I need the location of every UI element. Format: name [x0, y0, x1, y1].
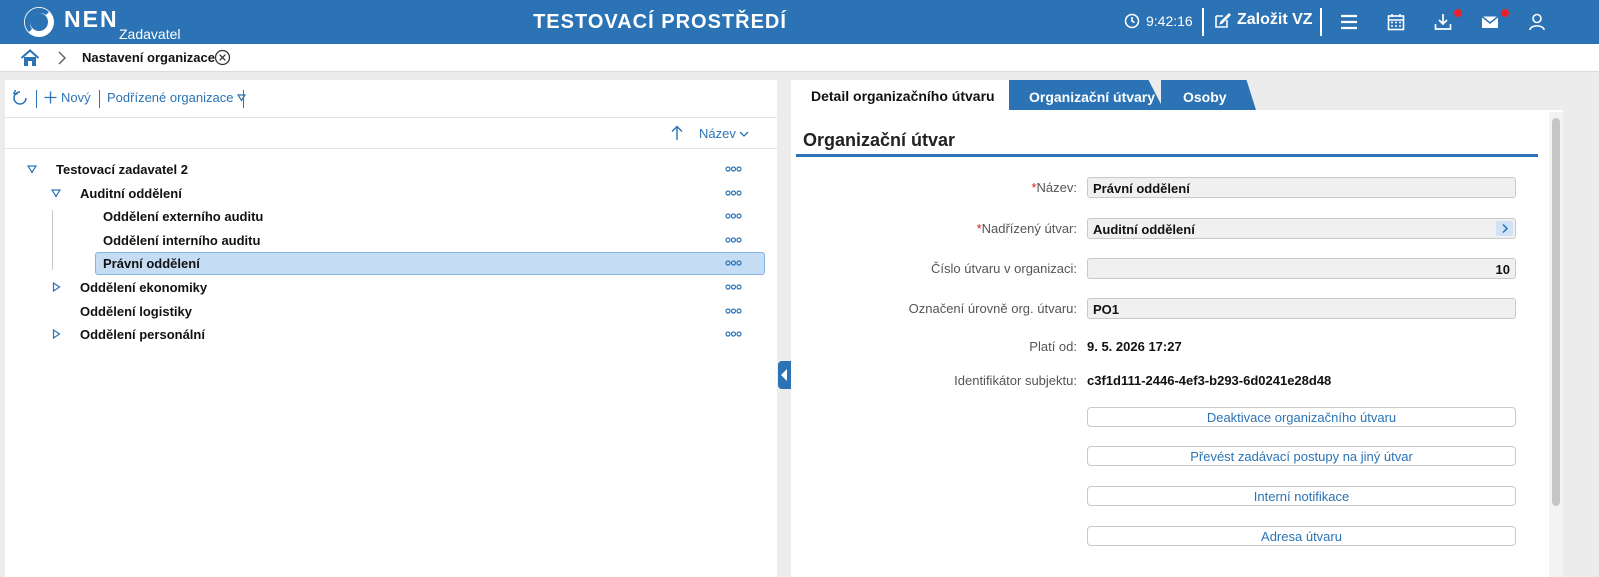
tree-item-label[interactable]: Oddělení personální: [80, 327, 205, 342]
triangle-down-icon: [237, 94, 247, 102]
tree-row[interactable]: Oddělení externího auditu: [5, 205, 777, 228]
unit-level-label: Označení úrovně org. útvaru:: [908, 301, 1077, 316]
chevron-right-icon: [1502, 223, 1509, 234]
more-options-icon[interactable]: [725, 259, 742, 267]
tree-row[interactable]: Oddělení personální: [5, 323, 777, 346]
sub-organizations-label: Podřízené organizace: [107, 90, 234, 105]
download-notification-dot: [1454, 9, 1462, 17]
tree-item-label[interactable]: Právní oddělení: [103, 256, 200, 271]
internal-notifications-button[interactable]: Interní notifikace: [1087, 486, 1516, 506]
tree-item-label[interactable]: Auditní oddělení: [80, 186, 182, 201]
section-divider: [796, 154, 1538, 157]
expanded-triangle-icon[interactable]: [51, 187, 61, 199]
collapse-left-icon: [781, 369, 787, 381]
mail-icon[interactable]: [1480, 12, 1500, 32]
tree-item-label[interactable]: Oddělení ekonomiky: [80, 280, 207, 295]
scrollbar-thumb[interactable]: [1552, 118, 1560, 506]
more-options-icon[interactable]: [725, 283, 742, 291]
create-vz-button[interactable]: Založit VZ: [1214, 11, 1313, 29]
top-bar: NEN Zadavatel TESTOVACÍ PROSTŘEDÍ 9:42:1…: [0, 0, 1599, 44]
unit-level-field[interactable]: PO1: [1087, 298, 1516, 319]
tree-item-label[interactable]: Testovací zadavatel 2: [56, 162, 188, 177]
new-button[interactable]: Nový: [44, 90, 91, 105]
tree-row[interactable]: Oddělení interního auditu: [5, 229, 777, 252]
name-label: *Název:: [791, 180, 1077, 195]
new-button-label: Nový: [61, 90, 91, 105]
tree-item-label[interactable]: Oddělení interního auditu: [103, 233, 260, 248]
home-icon[interactable]: [20, 48, 40, 68]
tree-row[interactable]: Auditní oddělení: [5, 182, 777, 205]
tree-sort-bar: Název: [5, 118, 777, 149]
clock-icon: [1124, 13, 1140, 29]
calendar-icon[interactable]: [1386, 12, 1406, 32]
more-options-icon[interactable]: [725, 330, 742, 338]
chevron-right-icon: [58, 51, 67, 65]
refresh-icon[interactable]: [11, 89, 29, 107]
org-tree-panel: Nový Podřízené organizace Název Testovac…: [5, 80, 777, 577]
close-icon[interactable]: [214, 49, 231, 66]
tree-row[interactable]: Právní oddělení: [5, 252, 777, 275]
sort-by-name[interactable]: Název: [699, 126, 749, 141]
parent-unit-field[interactable]: Auditní oddělení: [1087, 218, 1516, 239]
parent-unit-label-text: Nadřízený útvar:: [981, 221, 1077, 236]
session-clock: 9:42:16: [1124, 13, 1193, 29]
toolbar-divider: [36, 90, 37, 108]
user-icon[interactable]: [1527, 12, 1547, 32]
more-options-icon[interactable]: [725, 189, 742, 197]
header-divider: [1202, 8, 1204, 36]
breadcrumb-current[interactable]: Nastavení organizace: [82, 50, 215, 65]
toolbar-divider: [243, 90, 244, 108]
parent-unit-value: Auditní oddělení: [1093, 222, 1195, 237]
mail-notification-dot: [1501, 9, 1509, 17]
create-vz-label: Založit VZ: [1237, 11, 1313, 28]
more-options-icon[interactable]: [725, 236, 742, 244]
sub-organizations-dropdown[interactable]: Podřízené organizace: [107, 90, 247, 105]
unit-number-field[interactable]: 10: [1087, 258, 1516, 279]
sort-ascending-icon[interactable]: [670, 125, 684, 141]
valid-from-value: 9. 5. 2026 17:27: [1087, 339, 1182, 354]
toolbar-divider: [99, 90, 100, 108]
breadcrumb: Nastavení organizace: [0, 44, 1599, 72]
sort-by-label: Název: [699, 126, 736, 141]
subject-id-label: Identifikátor subjektu:: [954, 373, 1077, 388]
collapsed-triangle-icon[interactable]: [51, 281, 61, 293]
more-options-icon[interactable]: [725, 307, 742, 315]
tree-toolbar: Nový Podřízené organizace: [5, 80, 777, 118]
plus-icon: [44, 91, 57, 104]
deactivate-unit-button[interactable]: Deaktivace organizačního útvaru: [1087, 407, 1516, 427]
clock-time: 9:42:16: [1146, 13, 1193, 29]
valid-from-label: Platí od:: [1029, 339, 1077, 354]
more-options-icon[interactable]: [725, 212, 742, 220]
subject-id-value: c3f1d111-2446-4ef3-b293-6d0241e28d48: [1087, 373, 1332, 388]
collapsed-triangle-icon[interactable]: [51, 328, 61, 340]
tab-detail[interactable]: Detail organizačního útvaru: [791, 80, 1013, 110]
transfer-procedures-button[interactable]: Převést zadávací postupy na jiný útvar: [1087, 446, 1516, 466]
expanded-triangle-icon[interactable]: [27, 163, 37, 175]
edit-icon: [1215, 12, 1231, 28]
name-field[interactable]: Právní oddělení: [1087, 177, 1516, 198]
more-options-icon[interactable]: [725, 165, 742, 173]
tree-item-label[interactable]: Oddělení logistiky: [80, 304, 192, 319]
parent-unit-label: *Nadřízený útvar:: [791, 221, 1077, 236]
tree-row[interactable]: Testovací zadavatel 2: [5, 158, 777, 181]
panel-collapse-handle[interactable]: [778, 361, 791, 389]
detail-tabs: Detail organizačního útvaru Organizační …: [791, 80, 1563, 110]
chevron-down-icon: [739, 131, 749, 137]
tree-item-label[interactable]: Oddělení externího auditu: [103, 209, 263, 224]
detail-panel: Organizační útvar *Název: Právní oddělen…: [791, 110, 1563, 577]
section-title: Organizační útvar: [803, 130, 956, 150]
detail-scrollbar[interactable]: [1549, 112, 1563, 577]
tab-org-units[interactable]: Organizační útvary: [1009, 80, 1164, 110]
tab-persons[interactable]: Osoby: [1161, 80, 1256, 110]
unit-address-button[interactable]: Adresa útvaru: [1087, 526, 1516, 546]
unit-number-label: Číslo útvaru v organizaci:: [931, 261, 1077, 276]
tree-row[interactable]: Oddělení ekonomiky: [5, 276, 777, 299]
environment-title: TESTOVACÍ PROSTŘEDÍ: [533, 11, 787, 33]
download-icon[interactable]: [1433, 12, 1453, 32]
name-label-text: Název:: [1036, 180, 1077, 195]
menu-icon[interactable]: [1339, 12, 1359, 32]
tree-row[interactable]: Oddělení logistiky: [5, 300, 777, 323]
picker-button[interactable]: [1496, 221, 1513, 236]
header-divider: [1320, 8, 1322, 36]
